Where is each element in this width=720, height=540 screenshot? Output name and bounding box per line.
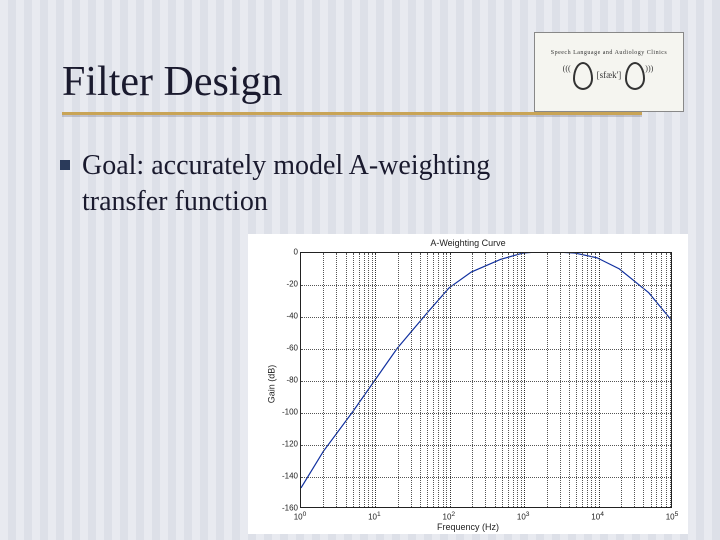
bullet-icon [60, 160, 70, 170]
chart-gridline [595, 253, 596, 507]
chart-gridline [656, 253, 657, 507]
chart-gridline [438, 253, 439, 507]
chart-gridline [666, 253, 667, 507]
a-weighting-chart: A-Weighting Curve Gain (dB) Frequency (H… [248, 234, 688, 534]
chart-gridline [433, 253, 434, 507]
chart-xtick: 104 [591, 511, 604, 522]
title-block: Filter Design [62, 58, 642, 115]
chart-gridline [599, 253, 600, 507]
chart-gridline [517, 253, 518, 507]
chart-gridline [323, 253, 324, 507]
chart-gridline [670, 253, 671, 507]
chart-title: A-Weighting Curve [248, 234, 688, 248]
bullet-item: Goal: accurately model A-weighting [82, 148, 680, 184]
title-underline [62, 112, 642, 115]
chart-gridline [513, 253, 514, 507]
chart-gridline [346, 253, 347, 507]
chart-gridline [375, 253, 376, 507]
chart-gridline [411, 253, 412, 507]
chart-gridline [420, 253, 421, 507]
chart-gridline [582, 253, 583, 507]
chart-gridline [643, 253, 644, 507]
chart-xtick: 103 [517, 511, 530, 522]
chart-gridline [560, 253, 561, 507]
chart-gridline [359, 253, 360, 507]
page-title: Filter Design [62, 58, 642, 106]
chart-gridline [368, 253, 369, 507]
chart-gridline [353, 253, 354, 507]
chart-ytick: -80 [270, 376, 298, 385]
chart-ytick: -100 [270, 408, 298, 417]
chart-gridline [372, 253, 373, 507]
chart-xtick: 105 [666, 511, 679, 522]
chart-gridline [576, 253, 577, 507]
bullet-line1: Goal: accurately model A-weighting [82, 150, 490, 181]
chart-gridline [547, 253, 548, 507]
chart-xtick: 102 [442, 511, 455, 522]
slide: Speech Language and Audiology Clinics [s… [0, 0, 720, 540]
chart-ytick: -60 [270, 344, 298, 353]
chart-xtick: 100 [294, 511, 307, 522]
bullet-line2: transfer function [82, 184, 680, 220]
chart-gridline [427, 253, 428, 507]
chart-ytick: -120 [270, 440, 298, 449]
chart-gridline [450, 253, 451, 507]
chart-gridline [336, 253, 337, 507]
chart-gridline [587, 253, 588, 507]
chart-ytick: -20 [270, 280, 298, 289]
chart-gridline [398, 253, 399, 507]
chart-gridline [364, 253, 365, 507]
chart-gridline [651, 253, 652, 507]
chart-gridline [485, 253, 486, 507]
chart-gridline [446, 253, 447, 507]
chart-gridline [502, 253, 503, 507]
chart-gridline [508, 253, 509, 507]
chart-gridline [569, 253, 570, 507]
chart-ytick: -140 [270, 472, 298, 481]
chart-ytick: 0 [270, 248, 298, 257]
chart-gridline [495, 253, 496, 507]
chart-gridline [443, 253, 444, 507]
chart-gridline [591, 253, 592, 507]
chart-gridline [634, 253, 635, 507]
chart-gridline [621, 253, 622, 507]
chart-plot-area [300, 252, 672, 508]
chart-gridline [521, 253, 522, 507]
chart-xlabel: Frequency (Hz) [437, 522, 499, 532]
chart-ytick: -40 [270, 312, 298, 321]
chart-gridline [524, 253, 525, 507]
logo-top-text: Speech Language and Audiology Clinics [551, 50, 667, 57]
chart-gridline [472, 253, 473, 507]
body-text: Goal: accurately model A-weighting trans… [82, 148, 680, 221]
chart-xtick: 101 [368, 511, 381, 522]
chart-gridline [661, 253, 662, 507]
